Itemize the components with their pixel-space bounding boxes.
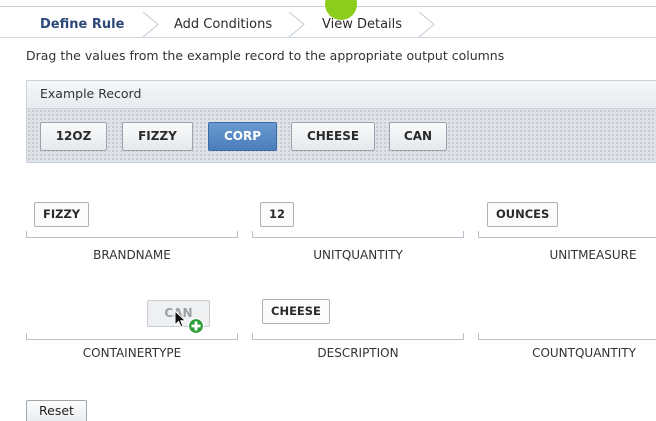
step-add-conditions[interactable]: Add Conditions (174, 12, 272, 37)
drop-zone-brandname[interactable] (26, 231, 238, 238)
column-label-countquantity: COUNTQUANTITY (532, 346, 636, 360)
example-record-header: Example Record (26, 80, 656, 108)
value-chip-corp[interactable]: CORP (208, 122, 277, 151)
reset-button[interactable]: Reset (26, 400, 87, 421)
instructions-text: Drag the values from the example record … (26, 48, 505, 63)
tabs-divider (0, 37, 656, 38)
drag-cursor-icon (174, 310, 205, 335)
drop-zone-unitmeasure[interactable] (478, 231, 656, 238)
plus-circle-icon (187, 317, 205, 335)
value-chip-12oz[interactable]: 12OZ (40, 122, 107, 151)
column-value-brandname[interactable]: FIZZY (34, 202, 90, 227)
step-define-rule[interactable]: Define Rule (40, 12, 124, 37)
wizard-steps: Define Rule Add Conditions View Details (26, 12, 446, 37)
chevron-separator-icon (288, 12, 305, 37)
example-record-values: 12OZ FIZZY CORP CHEESE CAN (26, 108, 656, 163)
column-label-unitmeasure: UNITMEASURE (549, 248, 637, 262)
drop-zone-countquantity[interactable] (478, 333, 656, 340)
value-chip-can[interactable]: CAN (389, 122, 447, 151)
chevron-separator-icon (142, 12, 159, 37)
column-label-containertype: CONTAINERTYPE (82, 346, 182, 360)
column-label-description: DESCRIPTION (317, 346, 399, 360)
chevron-separator-icon (418, 12, 435, 37)
drop-zone-description[interactable] (252, 333, 464, 340)
example-record-title: Example Record (40, 86, 142, 101)
drop-zone-unitquantity[interactable] (252, 231, 464, 238)
column-value-unitquantity[interactable]: 12 (260, 202, 295, 227)
value-chip-fizzy[interactable]: FIZZY (122, 122, 193, 151)
column-label-unitquantity: UNITQUANTITY (313, 248, 403, 262)
value-chip-cheese[interactable]: CHEESE (291, 122, 375, 151)
drop-zone-containertype[interactable] (26, 333, 238, 340)
column-value-description[interactable]: CHEESE (262, 299, 330, 324)
column-label-brandname: BRANDNAME (93, 248, 171, 262)
column-value-unitmeasure[interactable]: OUNCES (487, 202, 559, 227)
